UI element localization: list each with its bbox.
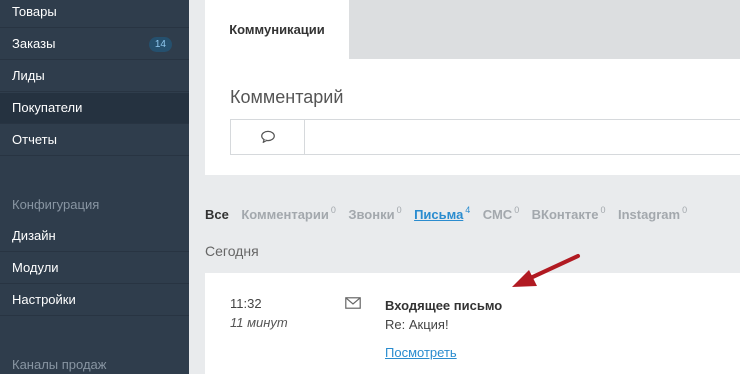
sidebar-item-design[interactable]: Дизайн [0,221,189,252]
sidebar-item-label: Заказы [12,36,56,51]
filter-count: 4 [465,205,471,215]
sidebar-section-sales-channels: Каналы продаж [12,357,107,372]
comment-input[interactable] [306,120,740,154]
tabs-bar: Коммуникации [205,0,740,59]
sidebar-item-label: Товары [12,4,57,19]
sidebar-item-label: Настройки [12,292,76,307]
filter-calls[interactable]: Звонки 0 [348,205,401,222]
sidebar-item-settings[interactable]: Настройки [0,285,189,316]
filter-count: 0 [396,205,402,215]
event-subject: Re: Акция! [385,317,449,332]
sidebar-item-label: Покупатели [12,100,83,115]
filter-instagram[interactable]: Instagram 0 [618,205,687,222]
event-card: 11:32 11 минут Входящее письмо Re: Акция… [205,273,740,374]
filter-all[interactable]: Все [205,207,229,222]
sidebar-item-reports[interactable]: Отчеты [0,125,189,156]
sidebar-item-label: Отчеты [12,132,57,147]
tab-communications[interactable]: Коммуникации [205,0,349,59]
sidebar-item-products[interactable]: Товары [0,0,189,28]
sidebar-item-leads[interactable]: Лиды [0,61,189,92]
event-time: 11:32 [230,296,262,311]
event-filters: Все Комментарии 0 Звонки 0 Письма 4 СМС 0 ВК… [205,205,695,225]
view-email-link[interactable]: Посмотреть [385,345,457,360]
speech-bubble-icon [260,130,275,143]
filter-count: 0 [682,205,688,215]
sidebar-item-label: Модули [12,260,59,275]
event-title: Входящее письмо [385,298,503,313]
filter-count: 0 [514,205,520,215]
sidebar-item-modules[interactable]: Модули [0,253,189,284]
filter-count: 0 [330,205,336,215]
envelope-icon [345,296,361,314]
orders-count-badge: 14 [148,37,172,52]
filter-count: 0 [600,205,606,215]
filter-sms[interactable]: СМС 0 [483,205,519,222]
sidebar-item-label: Дизайн [12,228,56,243]
filter-emails[interactable]: Письма 4 [414,205,470,222]
filter-comments[interactable]: Комментарии 0 [241,205,336,222]
comment-title: Комментарий [230,87,344,107]
sidebar-item-orders[interactable]: Заказы 14 [0,29,189,60]
communications-card: Коммуникации Комментарий [205,0,740,175]
event-relative-time: 11 минут [230,315,288,330]
sidebar-item-customers[interactable]: Покупатели [0,93,189,124]
sidebar-item-label: Лиды [12,68,45,83]
sidebar: Товары Заказы 14 Лиды Покупатели Отчеты К… [0,0,189,374]
main-content: Коммуникации Комментарий Все Комментарии… [189,0,740,374]
day-label: Сегодня [205,243,259,259]
comment-type-button[interactable] [231,120,305,154]
filter-vkontakte[interactable]: ВКонтакте 0 [532,205,606,222]
sidebar-section-configuration: Конфигурация [12,197,100,212]
comment-box [230,119,740,155]
